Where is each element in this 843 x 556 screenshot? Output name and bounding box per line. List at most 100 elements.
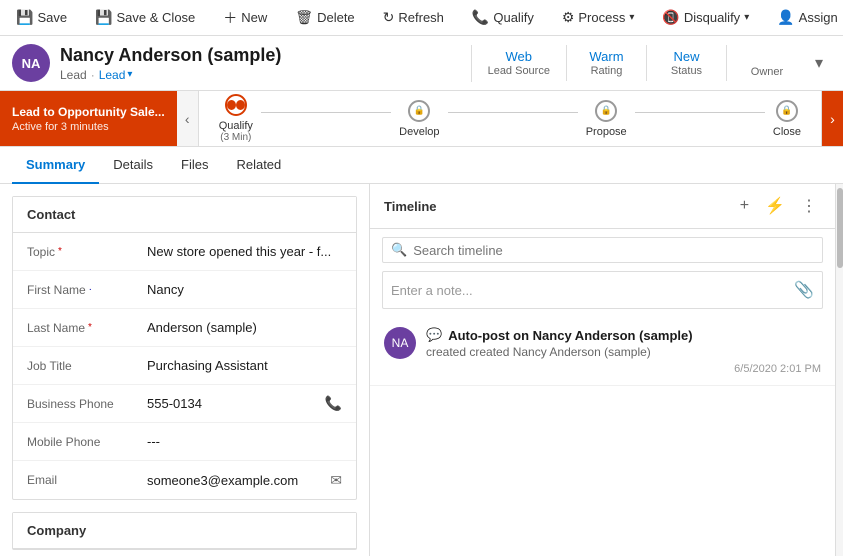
- header-info: Nancy Anderson (sample) Lead · Lead ▾: [60, 45, 459, 82]
- promo-title: Lead to Opportunity Sale...: [12, 105, 165, 119]
- stage-label-develop: Develop: [399, 126, 439, 138]
- timeline-item-time: 6/5/2020 2:01 PM: [426, 363, 821, 375]
- stage-bar: Lead to Opportunity Sale... Active for 3…: [0, 91, 843, 147]
- timeline-filter-button[interactable]: ⚡: [761, 194, 789, 218]
- plus-icon: +: [740, 197, 749, 214]
- chevron-right-icon: ›: [830, 111, 835, 127]
- assign-button[interactable]: 👤 Assign: [769, 5, 843, 30]
- timeline-actions: + ⚡ ⋮: [736, 194, 821, 218]
- contact-panel: Contact Topic * New store opened this ye…: [0, 184, 370, 556]
- timeline-item-sub: created created Nancy Anderson (sample): [426, 345, 821, 359]
- chevron-left-icon: ‹: [185, 111, 190, 127]
- required-indicator: *: [58, 246, 62, 257]
- stage-label-qualify: Qualify: [219, 120, 253, 132]
- stage-line-2: [448, 112, 578, 113]
- disqualify-button[interactable]: 📵 Disqualify ▾: [654, 5, 757, 30]
- label-topic: Topic *: [27, 245, 147, 259]
- field-job-title: Job Title Purchasing Assistant: [13, 347, 356, 385]
- timeline-more-button[interactable]: ⋮: [797, 194, 821, 218]
- timeline-panel: Timeline + ⚡ ⋮ 🔍 Enter a note... 📎: [370, 184, 835, 556]
- qualify-icon: 📞: [472, 9, 489, 26]
- tabs-bar: Summary Details Files Related: [0, 147, 843, 184]
- stage-circle-develop: 🔒: [408, 100, 430, 122]
- expand-button[interactable]: ▾: [807, 49, 831, 77]
- required-indicator-fn: ·: [89, 284, 92, 295]
- value-first-name[interactable]: Nancy: [147, 282, 342, 297]
- lock-icon-close: 🔒: [781, 105, 792, 116]
- stage-line-3: [635, 112, 765, 113]
- stage-label-close: Close: [773, 126, 801, 138]
- lock-icon-develop: 🔒: [414, 105, 425, 116]
- stage-qualify[interactable]: Qualify (3 Min): [219, 94, 253, 143]
- stage-label-propose: Propose: [586, 126, 627, 138]
- value-topic[interactable]: New store opened this year - f...: [147, 244, 342, 259]
- value-business-phone[interactable]: 555-0134 📞: [147, 395, 342, 412]
- stage-close[interactable]: 🔒 Close: [773, 100, 801, 138]
- assign-icon: 👤: [777, 9, 794, 26]
- email-icon[interactable]: ✉: [330, 472, 342, 489]
- contact-section-header: Contact: [13, 197, 356, 233]
- header-subtitle: Lead · Lead ▾: [60, 68, 459, 82]
- attachment-icon[interactable]: 📎: [794, 280, 814, 300]
- disqualify-chevron-icon: ▾: [744, 12, 749, 23]
- stage-line-1: [261, 112, 391, 113]
- tab-related[interactable]: Related: [222, 147, 295, 184]
- timeline-item-content: 💬 Auto-post on Nancy Anderson (sample) c…: [426, 327, 821, 375]
- field-first-name: First Name · Nancy: [13, 271, 356, 309]
- stage-circle-close: 🔒: [776, 100, 798, 122]
- field-topic: Topic * New store opened this year - f..…: [13, 233, 356, 271]
- label-last-name: Last Name *: [27, 321, 147, 335]
- save-close-button[interactable]: 💾 Save & Close: [87, 5, 203, 30]
- header-meta: Web Lead Source Warm Rating New Status O…: [471, 45, 807, 82]
- label-job-title: Job Title: [27, 359, 147, 373]
- stage-nav-right[interactable]: ›: [821, 91, 843, 146]
- meta-status: New Status: [647, 45, 727, 81]
- main-content: Contact Topic * New store opened this ye…: [0, 184, 843, 556]
- disqualify-icon: 📵: [662, 9, 679, 26]
- field-business-phone: Business Phone 555-0134 📞: [13, 385, 356, 423]
- meta-lead-source: Web Lead Source: [472, 45, 567, 81]
- save-button[interactable]: 💾 Save: [8, 5, 75, 30]
- value-job-title[interactable]: Purchasing Assistant: [147, 358, 342, 373]
- qualify-button[interactable]: 📞 Qualify: [464, 5, 542, 30]
- stage-propose[interactable]: 🔒 Propose: [586, 100, 627, 138]
- phone-icon[interactable]: 📞: [325, 395, 342, 412]
- tab-files[interactable]: Files: [167, 147, 222, 184]
- company-section: Company: [12, 512, 357, 550]
- refresh-button[interactable]: ↻ Refresh: [375, 5, 452, 30]
- record-name: Nancy Anderson (sample): [60, 45, 459, 66]
- label-mobile-phone: Mobile Phone: [27, 435, 147, 449]
- lock-icon-propose: 🔒: [601, 105, 612, 116]
- field-mobile-phone: Mobile Phone ---: [13, 423, 356, 461]
- delete-button[interactable]: 🗑 Delete: [287, 5, 362, 30]
- scrollbar-track[interactable]: [835, 184, 843, 556]
- new-button[interactable]: ＋ New: [215, 4, 275, 32]
- lead-link[interactable]: Lead ▾: [99, 68, 133, 82]
- process-icon: ⚙: [562, 9, 575, 26]
- label-business-phone: Business Phone: [27, 397, 147, 411]
- timeline-item-avatar: NA: [384, 327, 416, 359]
- value-mobile-phone[interactable]: ---: [147, 434, 342, 449]
- value-last-name[interactable]: Anderson (sample): [147, 320, 342, 335]
- value-email[interactable]: someone3@example.com ✉: [147, 472, 342, 489]
- timeline-item: NA 💬 Auto-post on Nancy Anderson (sample…: [370, 317, 835, 386]
- avatar: NA: [12, 44, 50, 82]
- header-row: NA Nancy Anderson (sample) Lead · Lead ▾…: [0, 36, 843, 91]
- note-placeholder[interactable]: Enter a note...: [391, 283, 473, 298]
- search-input[interactable]: [413, 243, 814, 258]
- scrollbar-thumb: [837, 188, 843, 268]
- timeline-search: 🔍: [382, 237, 823, 263]
- tab-details[interactable]: Details: [99, 147, 167, 184]
- active-dot: [227, 100, 236, 110]
- delete-icon: 🗑: [295, 9, 313, 26]
- timeline-add-button[interactable]: +: [736, 194, 753, 218]
- stage-nav-left[interactable]: ‹: [177, 91, 199, 146]
- field-email: Email someone3@example.com ✉: [13, 461, 356, 499]
- stage-develop[interactable]: 🔒 Develop: [399, 100, 439, 138]
- timeline-header: Timeline + ⚡ ⋮: [370, 184, 835, 229]
- tab-summary[interactable]: Summary: [12, 147, 99, 184]
- stage-promo[interactable]: Lead to Opportunity Sale... Active for 3…: [0, 91, 177, 146]
- stage-circle-propose: 🔒: [595, 100, 617, 122]
- stage-sublabel-qualify: (3 Min): [220, 132, 251, 143]
- process-button[interactable]: ⚙ Process ▾: [554, 5, 643, 30]
